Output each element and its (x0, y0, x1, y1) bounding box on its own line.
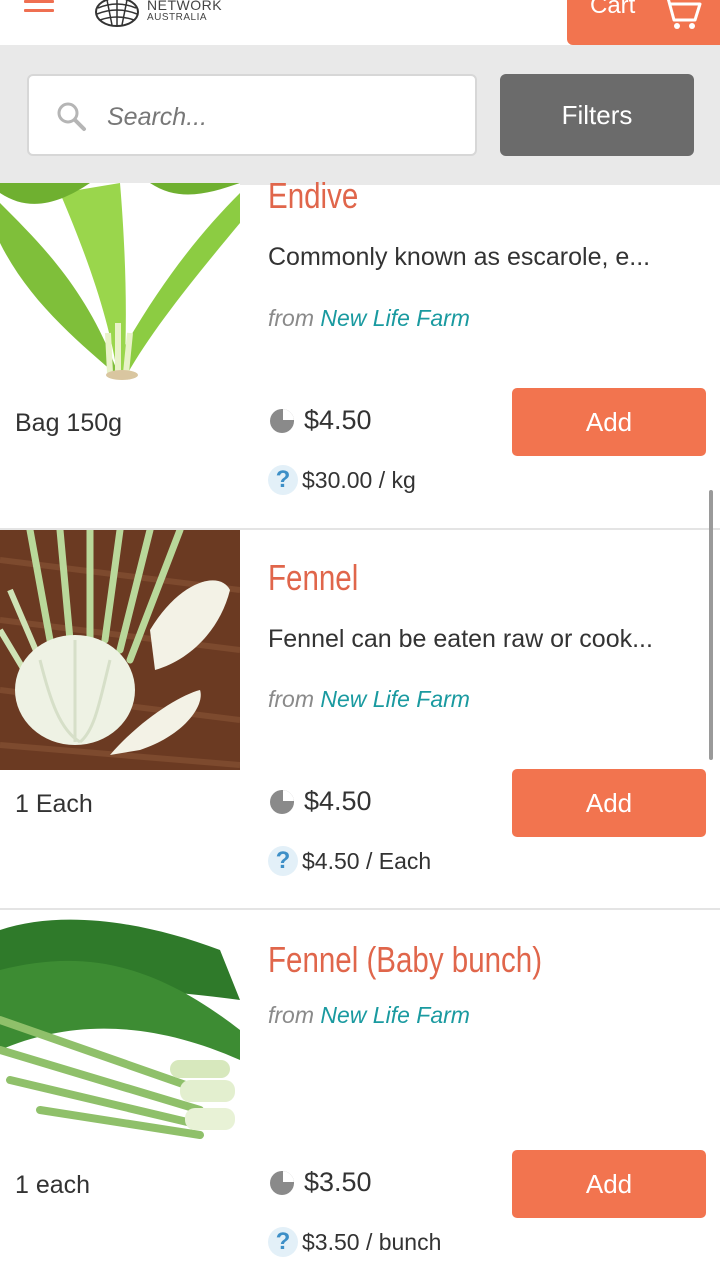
source-prefix: from (268, 1002, 314, 1028)
unit-label: Bag 150g (15, 409, 123, 437)
unit-price: $30.00 / kg (302, 466, 416, 493)
product-price: $4.50 (304, 405, 372, 435)
add-to-cart-button[interactable]: Add (512, 1150, 706, 1218)
farm-link[interactable]: New Life Farm (320, 1002, 470, 1028)
network-logo-icon[interactable] (92, 0, 142, 28)
product-source: from New Life Farm (268, 1002, 470, 1029)
search-icon (57, 102, 86, 131)
logo-line-australia: AUSTRALIA (147, 12, 208, 23)
question-mark-icon[interactable]: ? (268, 846, 298, 876)
product-name[interactable]: Fennel (Baby bunch) (268, 939, 542, 981)
product-image-fennel[interactable] (0, 530, 240, 770)
top-bar: NETWORK AUSTRALIA Cart (0, 0, 720, 45)
product-description: Fennel can be eaten raw or cook... (268, 625, 653, 653)
product-name[interactable]: Endive (268, 175, 358, 217)
hamburger-menu-icon[interactable] (24, 0, 54, 22)
product-card-fennel[interactable]: Fennel Fennel can be eaten raw or cook..… (0, 528, 720, 910)
product-source: from New Life Farm (268, 686, 470, 713)
product-source: from New Life Farm (268, 305, 470, 332)
price-row: $4.50 (268, 405, 372, 436)
unit-price: $4.50 / Each (302, 847, 432, 874)
scrollbar[interactable] (709, 490, 713, 760)
source-prefix: from (268, 305, 314, 331)
filters-button[interactable]: Filters (500, 74, 694, 156)
shopping-cart-icon (666, 0, 702, 29)
question-mark-icon[interactable]: ? (268, 1227, 298, 1257)
search-box[interactable] (27, 74, 477, 156)
fennel-image (0, 530, 240, 770)
cart-label: Cart (590, 0, 636, 19)
product-price: $4.50 (304, 786, 372, 816)
product-image-endive[interactable] (0, 183, 240, 423)
price-row: $3.50 (268, 1167, 372, 1198)
logo-line-network: NETWORK (147, 0, 223, 13)
logo-text: NETWORK AUSTRALIA (147, 0, 222, 23)
product-description: Commonly known as escarole, e... (268, 243, 651, 271)
price-row: $4.50 (268, 786, 372, 817)
product-price: $3.50 (304, 1167, 372, 1197)
unit-price-row: ? $3.50 / bunch (268, 1227, 441, 1257)
pie-chart-icon (270, 408, 294, 433)
source-prefix: from (268, 686, 314, 712)
product-card-endive[interactable]: Endive Commonly known as escarole, e... … (0, 175, 720, 530)
product-image-fennel-baby-bunch[interactable] (0, 910, 240, 1150)
question-mark-icon[interactable]: ? (268, 465, 298, 495)
endive-image (0, 183, 240, 423)
unit-label: 1 each (15, 1171, 91, 1199)
product-card-fennel-baby-bunch[interactable]: Fennel (Baby bunch) from New Life Farm 1… (0, 910, 720, 1279)
unit-price-row: ? $30.00 / kg (268, 465, 416, 495)
unit-price-row: ? $4.50 / Each (268, 846, 431, 876)
unit-label: 1 Each (15, 790, 93, 818)
cart-button[interactable]: Cart (567, 0, 720, 45)
unit-price: $3.50 / bunch (302, 1228, 442, 1255)
fennel-baby-bunch-image (0, 910, 240, 1150)
farm-link[interactable]: New Life Farm (320, 305, 470, 331)
pie-chart-icon (270, 789, 294, 814)
add-to-cart-button[interactable]: Add (512, 388, 706, 456)
search-input[interactable] (105, 94, 449, 140)
add-to-cart-button[interactable]: Add (512, 769, 706, 837)
search-bar: Filters (0, 45, 720, 185)
pie-chart-icon (270, 1170, 294, 1195)
product-name[interactable]: Fennel (268, 557, 358, 599)
farm-link[interactable]: New Life Farm (320, 686, 470, 712)
